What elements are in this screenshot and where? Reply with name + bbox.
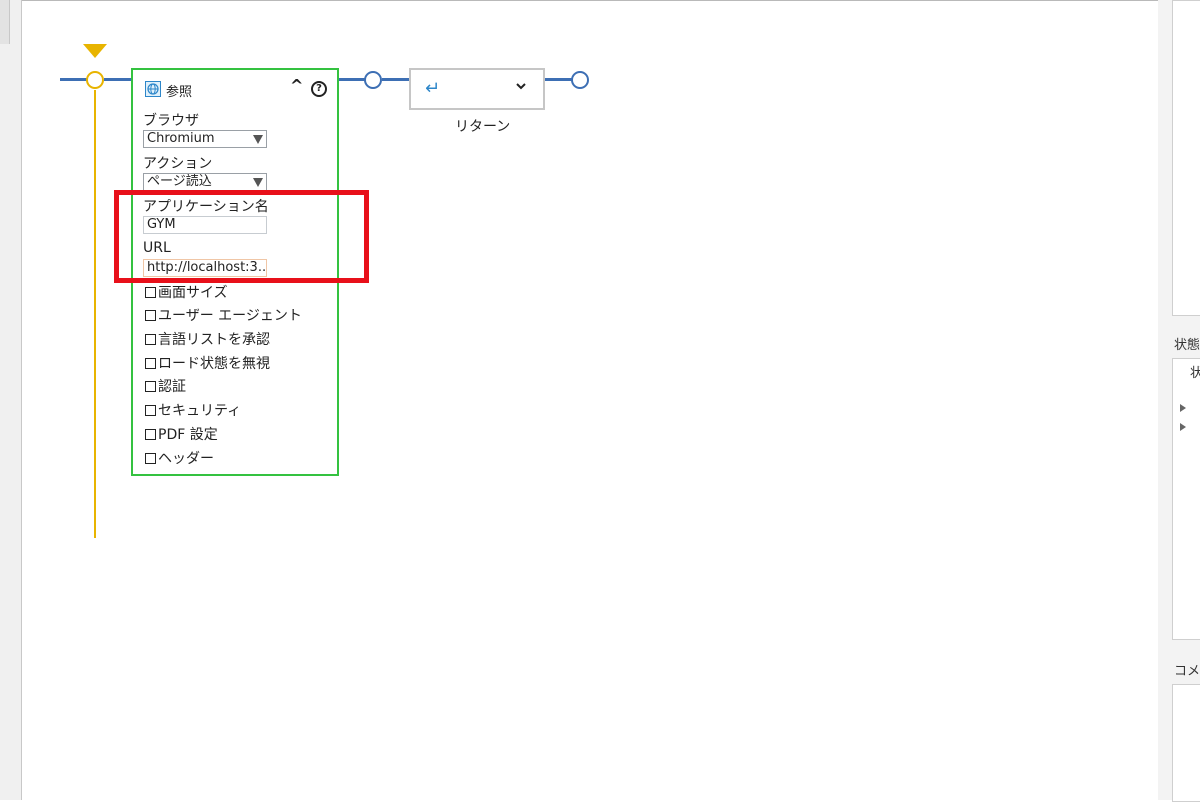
action-select-value: ページ読込 xyxy=(147,174,212,189)
status-panel xyxy=(1172,358,1200,640)
left-gutter xyxy=(0,0,22,800)
option-authentication[interactable]: 認証 xyxy=(145,376,186,396)
comment-panel-header[interactable]: コメント xyxy=(1174,660,1200,679)
app-name-label: アプリケーション名 xyxy=(143,199,269,215)
browser-label: ブラウザ xyxy=(143,113,199,129)
status-panel-text: 状 xyxy=(1190,366,1200,381)
help-icon[interactable]: ? xyxy=(311,81,327,97)
dropdown-arrow-icon xyxy=(253,135,263,144)
option-ignore-load-state[interactable]: ロード状態を無視 xyxy=(145,353,270,373)
checkbox[interactable] xyxy=(145,453,156,464)
chevron-down-icon[interactable] xyxy=(515,80,527,92)
browse-activity-card[interactable]: 参照 ^ ? ブラウザ Chromium アクション ページ読込 アプリケーショ… xyxy=(131,68,339,476)
checkbox[interactable] xyxy=(145,287,156,298)
option-user-agent[interactable]: ユーザー エージェント xyxy=(145,305,302,325)
start-marker-icon[interactable] xyxy=(83,44,107,58)
action-select[interactable]: ページ読込 xyxy=(143,173,267,191)
return-arrow-icon: ↵ xyxy=(425,78,441,99)
comment-panel xyxy=(1172,684,1200,802)
globe-icon xyxy=(145,81,161,97)
gutter-handle[interactable] xyxy=(0,0,10,44)
collapse-caret-icon[interactable]: ^ xyxy=(290,76,303,95)
end-node[interactable] xyxy=(571,71,589,89)
browser-select[interactable]: Chromium xyxy=(143,130,267,148)
option-headers[interactable]: ヘッダー xyxy=(145,448,214,468)
option-pdf-settings[interactable]: PDF 設定 xyxy=(145,424,218,444)
flow-connector xyxy=(337,78,366,81)
app-name-input[interactable]: GYM xyxy=(143,216,267,234)
flow-connector xyxy=(544,78,572,81)
flow-connector xyxy=(104,78,132,81)
start-node[interactable] xyxy=(86,71,104,89)
checkbox[interactable] xyxy=(145,358,156,369)
url-input[interactable]: http://localhost:3... xyxy=(143,259,267,277)
properties-panel xyxy=(1172,0,1200,316)
dropdown-arrow-icon xyxy=(253,178,263,187)
expand-arrow-icon[interactable] xyxy=(1180,423,1186,431)
checkbox[interactable] xyxy=(145,429,156,440)
option-accept-language[interactable]: 言語リストを承認 xyxy=(145,329,270,349)
url-label: URL xyxy=(143,240,171,256)
panel-splitter[interactable] xyxy=(1158,0,1172,800)
expand-arrow-icon[interactable] xyxy=(1180,404,1186,412)
option-screen-size[interactable]: 画面サイズ xyxy=(145,282,228,302)
option-security[interactable]: セキュリティ xyxy=(145,400,241,420)
return-activity[interactable]: ↵ xyxy=(409,68,545,110)
connector-node[interactable] xyxy=(364,71,382,89)
browser-select-value: Chromium xyxy=(147,131,215,146)
checkbox[interactable] xyxy=(145,334,156,345)
checkbox[interactable] xyxy=(145,310,156,321)
start-flow-line xyxy=(94,90,96,538)
checkbox[interactable] xyxy=(145,405,156,416)
action-label: アクション xyxy=(143,156,213,172)
activity-title: 参照 xyxy=(166,85,193,100)
return-label: リターン xyxy=(455,119,511,135)
checkbox[interactable] xyxy=(145,381,156,392)
flow-connector xyxy=(382,78,410,81)
status-panel-header[interactable]: 状態 xyxy=(1174,334,1200,353)
